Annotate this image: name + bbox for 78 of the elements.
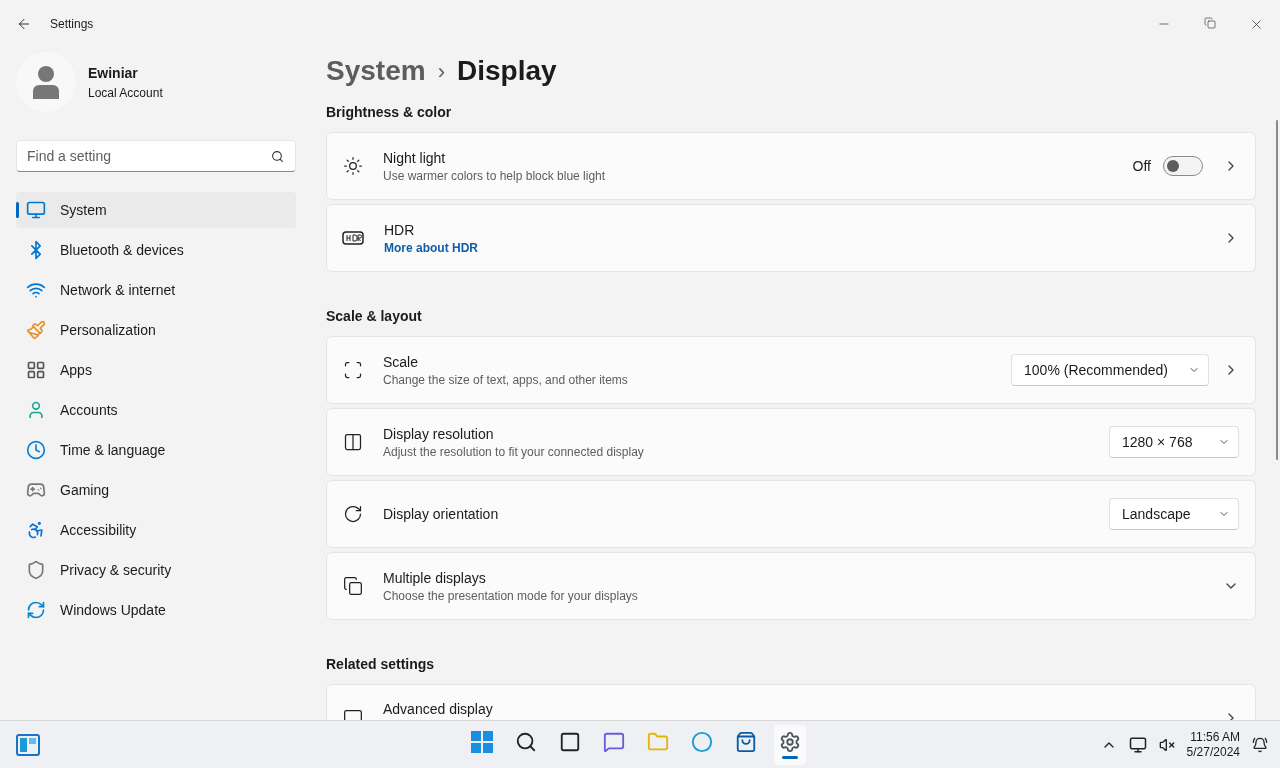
shield-icon [26,560,46,580]
store-icon [735,730,757,753]
nav-item[interactable]: System [16,192,296,228]
monitors-icon [343,576,363,596]
scrollbar[interactable] [1276,120,1278,460]
section-heading: Brightness & color [326,103,453,122]
wifi-icon [26,280,46,300]
section-heading: Related settings [326,655,436,674]
settings-icon [779,730,801,753]
setting-card[interactable]: HDR More about HDR [326,204,1256,272]
setting-title: Night light [383,148,447,168]
nav-item[interactable]: Personalization [16,312,296,348]
setting-card[interactable]: Advanced display [326,684,1256,720]
nav-item[interactable]: Apps [16,352,296,388]
restore-icon[interactable] [1204,16,1216,29]
setting-description: Use warmer colors to help block blue light [383,167,607,184]
sun-icon [343,156,363,176]
nav-item[interactable]: Accessibility [16,512,296,548]
nav-item[interactable]: Accounts [16,392,296,428]
nav-item[interactable]: Windows Update [16,592,296,628]
taskbar-button[interactable] [774,724,806,765]
setting-title: Multiple displays [383,568,487,588]
search-icon [271,150,284,163]
toggle-state-label: Off [1132,156,1151,176]
search-icon [515,730,537,753]
volume-muted-icon[interactable] [1158,736,1175,753]
account-type: Local Account [88,84,163,102]
setting-title: Scale [383,352,420,372]
dropdown[interactable]: 100% (Recommended) [1011,354,1209,386]
paintbrush-icon [26,320,46,340]
person-icon [26,400,46,420]
setting-title: Display orientation [383,504,500,524]
section-heading: Scale & layout [326,307,423,326]
search-field[interactable]: Find a setting [16,140,296,172]
nav-item[interactable]: Bluetooth & devices [16,232,296,268]
setting-card[interactable]: Multiple displays Choose the presentation mode for your displays [326,552,1256,620]
resolution-icon [343,432,363,452]
breadcrumb-separator: › [437,57,445,86]
windows-logo-icon [471,730,493,753]
folder-icon [647,730,669,753]
dropdown[interactable]: Landscape [1109,498,1239,530]
widgets-icon[interactable] [16,733,40,756]
clock-icon [26,440,46,460]
user-name: Ewiniar [88,63,139,83]
task-view-icon [559,730,581,753]
clock-date: 5/27/2024 [1186,744,1240,760]
setting-title: HDR [384,220,416,240]
page-title: Display [456,54,557,88]
setting-card[interactable]: Night light Use warmer colors to help block blue light Off [326,132,1256,200]
setting-title: Advanced display [383,700,494,719]
nav-item[interactable]: Time & language [16,432,296,468]
update-icon [26,600,46,620]
clock-time: 11:56 AM [1190,729,1240,745]
setting-card[interactable]: Display resolution Adjust the resolution to fit your connected display 1280 × 768 [326,408,1256,476]
notification-icon[interactable] [1252,736,1268,753]
back-icon[interactable] [16,16,32,32]
rotate-icon [343,504,363,524]
monitor-icon [26,200,46,220]
dropdown[interactable]: 1280 × 768 [1109,426,1239,458]
hdr-icon [342,231,364,245]
nav-item[interactable]: Network & internet [16,272,296,308]
apps-icon [26,360,46,380]
setting-description: Adjust the resolution to fit your connected display [383,443,645,460]
scale-icon [343,360,363,380]
setting-card[interactable]: Scale Change the size of text, apps, and other items 100% (Recommended) [326,336,1256,404]
breadcrumb-parent[interactable]: System [326,50,426,92]
setting-card[interactable]: Display orientation Landscape [326,480,1256,548]
setting-description: Choose the presentation mode for your displays [383,587,639,604]
setting-description: Change the size of text, apps, and other items [383,371,629,388]
window-title: Settings [50,16,94,33]
accessibility-icon [26,520,46,540]
toggle-switch[interactable] [1163,156,1203,176]
chat-icon [603,730,625,753]
nav-item[interactable]: Gaming [16,472,296,508]
nav-item[interactable]: Privacy & security [16,552,296,588]
link[interactable]: More about HDR [384,239,1223,256]
gamepad-icon [26,480,46,500]
setting-title: Display resolution [383,424,495,444]
